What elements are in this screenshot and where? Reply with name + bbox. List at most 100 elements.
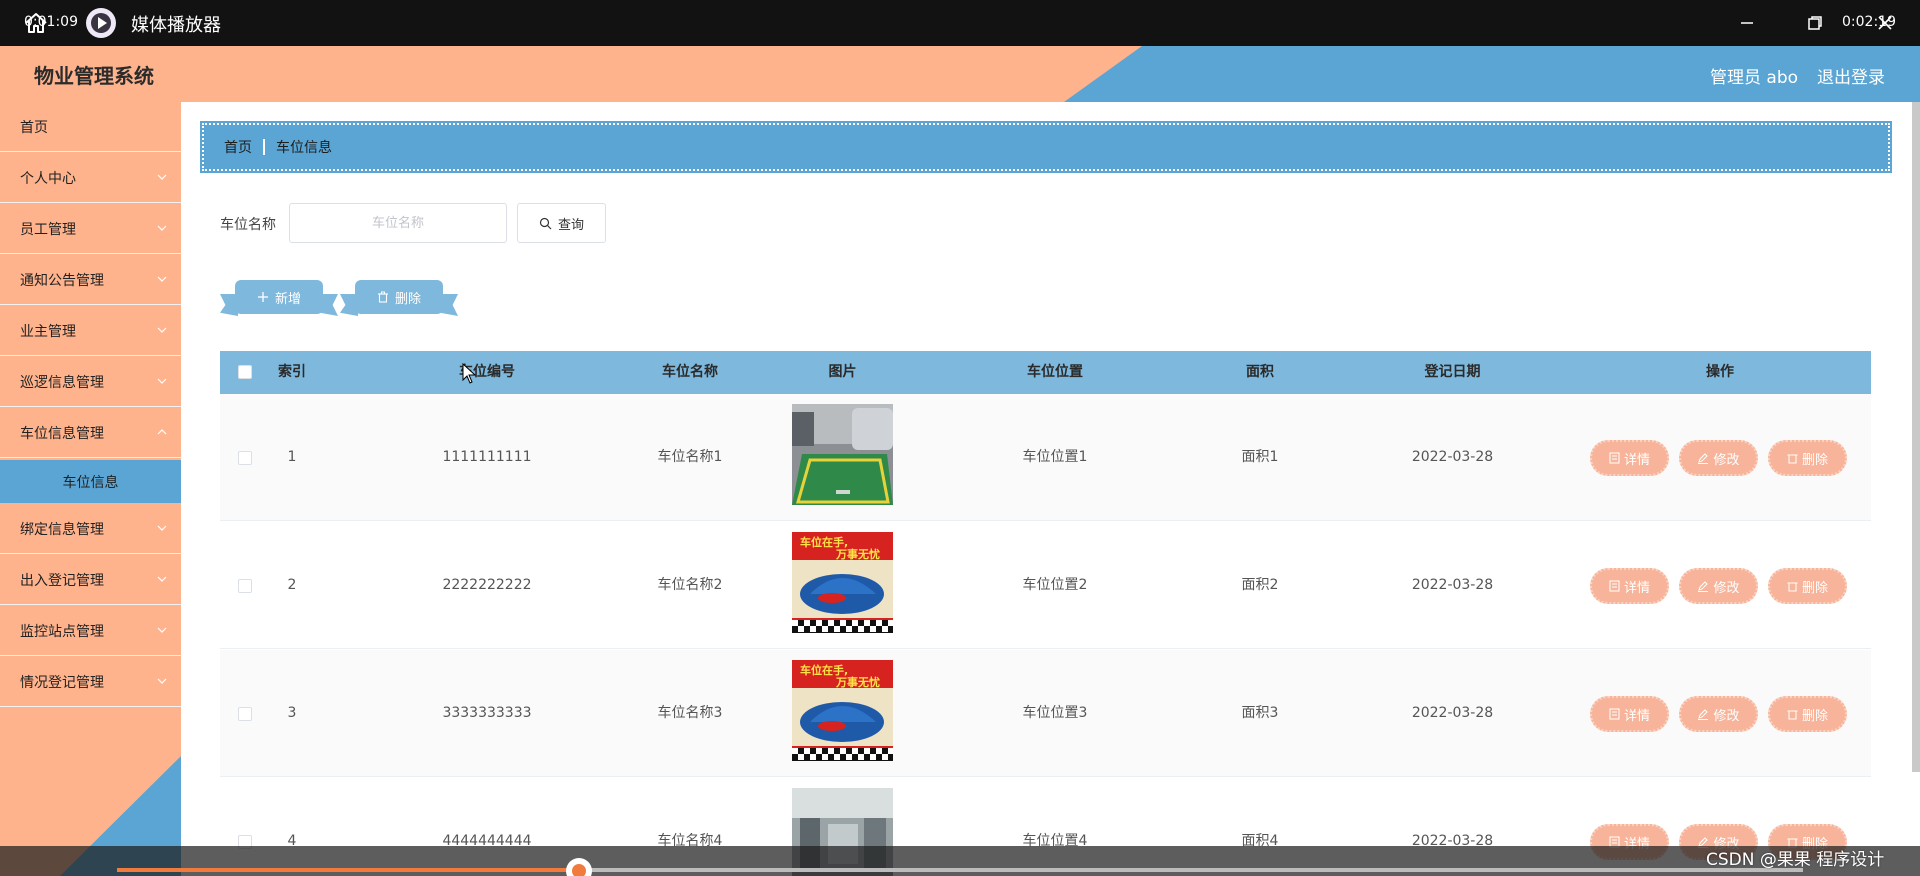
batch-delete-button[interactable]: 删除 xyxy=(340,280,458,316)
sidebar-subitem-parking-info[interactable]: 车位信息 xyxy=(0,460,181,503)
seek-bar-fill xyxy=(117,868,579,872)
cell-area: 面积3 xyxy=(1241,705,1279,721)
sidebar-item-patrol[interactable]: 巡逻信息管理 xyxy=(0,357,181,407)
sidebar-item-label: 绑定信息管理 xyxy=(20,521,104,538)
cell-date: 2022-03-28 xyxy=(1411,449,1494,465)
table-row: 1 1111111111 车位名称1 车位位置1 面积1 2022-03-28 … xyxy=(220,394,1871,521)
delete-button[interactable]: 删除 xyxy=(1768,568,1847,604)
current-time: 0:01:09 xyxy=(24,14,78,30)
sidebar-item-monitoring[interactable]: 监控站点管理 xyxy=(0,606,181,656)
sidebar-item-label: 业主管理 xyxy=(20,323,76,340)
delete-button[interactable]: 删除 xyxy=(1768,696,1847,732)
sidebar-item-staff[interactable]: 员工管理 xyxy=(0,204,181,254)
restore-button[interactable] xyxy=(1795,8,1835,38)
cell-code: 1111111111 xyxy=(442,449,532,465)
sidebar-item-notice[interactable]: 通知公告管理 xyxy=(0,255,181,305)
car-cover-poster-image[interactable]: 车位在手, 万事无忧 xyxy=(792,660,893,761)
chevron-down-icon xyxy=(157,627,167,633)
column-header-actions: 操作 xyxy=(1706,364,1734,380)
sidebar-item-personal-center[interactable]: 个人中心 xyxy=(0,153,181,203)
seek-handle[interactable] xyxy=(565,858,592,876)
cell-name: 车位名称1 xyxy=(657,449,723,465)
cell-name: 车位名称2 xyxy=(657,577,723,593)
app-title: 物业管理系统 xyxy=(34,64,154,88)
detail-button[interactable]: 详情 xyxy=(1590,568,1669,604)
column-header-code[interactable]: 车位编号 xyxy=(367,351,607,394)
sidebar-item-access-log[interactable]: 出入登记管理 xyxy=(0,555,181,605)
delete-button[interactable]: 删除 xyxy=(1768,440,1847,476)
cell-location: 车位位置1 xyxy=(1022,449,1088,465)
pencil-icon xyxy=(1698,453,1709,464)
sidebar-item-label: 员工管理 xyxy=(20,221,76,238)
cell-name: 车位名称3 xyxy=(657,705,723,721)
detail-button-label: 详情 xyxy=(1623,708,1650,724)
column-header-date[interactable]: 登记日期 xyxy=(1370,351,1535,394)
seek-bar[interactable] xyxy=(117,868,1803,872)
chevron-down-icon xyxy=(157,378,167,384)
edit-button[interactable]: 修改 xyxy=(1679,696,1758,732)
trash-icon xyxy=(1787,710,1798,720)
poster-caption: 车位在手, xyxy=(800,535,848,549)
chevron-down-icon xyxy=(157,225,167,231)
cell-index: 3 xyxy=(287,705,297,721)
table-row: 2 2222222222 车位名称2 车位在手, 万事无忧 车位位置2 面积2 2… xyxy=(220,522,1871,649)
car-cover-poster-image[interactable]: 车位在手, 万事无忧 xyxy=(792,532,893,633)
edit-button[interactable]: 修改 xyxy=(1679,568,1758,604)
breadcrumb-current: 车位信息 xyxy=(276,140,332,156)
cell-area: 面积2 xyxy=(1241,577,1279,593)
column-header-area[interactable]: 面积 xyxy=(1195,351,1325,394)
delete-button-label: 删除 xyxy=(1801,580,1828,596)
sidebar-item-situation[interactable]: 情况登记管理 xyxy=(0,657,181,707)
row-checkbox[interactable] xyxy=(238,579,252,593)
sidebar-item-owner[interactable]: 业主管理 xyxy=(0,306,181,356)
sidebar-item-parking[interactable]: 车位信息管理 xyxy=(0,408,181,458)
query-button[interactable]: 查询 xyxy=(517,203,606,243)
select-all-checkbox[interactable] xyxy=(238,365,252,379)
cell-index: 2 xyxy=(287,577,297,593)
chevron-down-icon xyxy=(157,276,167,282)
cell-date: 2022-03-28 xyxy=(1411,705,1494,721)
column-header-index: 索引 xyxy=(278,364,306,380)
minimize-icon xyxy=(1741,22,1753,24)
search-icon xyxy=(539,217,552,229)
sidebar-item-home[interactable]: 首页 xyxy=(0,102,181,152)
edit-button-label: 修改 xyxy=(1713,708,1740,724)
poster-caption: 万事无忧 xyxy=(835,547,880,561)
column-header-name[interactable]: 车位名称 xyxy=(600,351,780,394)
add-button-label: 新增 xyxy=(274,291,301,307)
row-checkbox[interactable] xyxy=(238,451,252,465)
row-checkbox[interactable] xyxy=(238,707,252,721)
column-header-location[interactable]: 车位位置 xyxy=(955,351,1155,394)
player-title-bar: 媒体播放器 xyxy=(0,0,1920,46)
document-icon xyxy=(1609,580,1620,592)
search-label: 车位名称 xyxy=(220,217,276,233)
sidebar-item-label: 个人中心 xyxy=(20,170,76,187)
minimize-button[interactable] xyxy=(1727,8,1767,38)
parking-spot-image[interactable] xyxy=(792,404,893,505)
search-input[interactable] xyxy=(289,203,507,243)
header-decoration xyxy=(0,46,1142,102)
breadcrumb-separator xyxy=(263,139,265,155)
sidebar: 首页 个人中心 员工管理 通知公告管理 业主管理 巡逻信息管理 车位信息管理 车… xyxy=(0,102,181,876)
table-row: 3 3333333333 车位名称3 车位在手, 万事无忧 车位位置3 面积3 2… xyxy=(220,650,1871,777)
delete-button-label: 删除 xyxy=(1801,452,1828,468)
document-icon xyxy=(1609,708,1620,720)
edit-button[interactable]: 修改 xyxy=(1679,440,1758,476)
sidebar-subitem-label: 车位信息 xyxy=(62,474,119,491)
table-header: 索引 车位编号 车位名称 图片 车位位置 面积 登记日期 操作 xyxy=(220,351,1871,394)
add-button[interactable]: 新增 xyxy=(220,280,338,316)
detail-button[interactable]: 详情 xyxy=(1590,696,1669,732)
watermark-text: CSDN @果果 程序设计 xyxy=(1706,850,1885,870)
breadcrumb: 首页 车位信息 xyxy=(200,121,1892,173)
pencil-icon xyxy=(1698,709,1709,720)
sidebar-item-binding[interactable]: 绑定信息管理 xyxy=(0,504,181,554)
page-scrollbar[interactable] xyxy=(1912,102,1920,772)
trash-icon xyxy=(1787,582,1798,592)
sidebar-item-label: 巡逻信息管理 xyxy=(20,374,104,391)
logout-link[interactable]: 退出登录 xyxy=(1817,63,1885,88)
breadcrumb-home[interactable]: 首页 xyxy=(224,137,252,157)
cell-index: 1 xyxy=(287,449,297,465)
poster-caption: 车位在手, xyxy=(800,663,848,677)
player-logo-icon xyxy=(86,8,116,38)
detail-button[interactable]: 详情 xyxy=(1590,440,1669,476)
